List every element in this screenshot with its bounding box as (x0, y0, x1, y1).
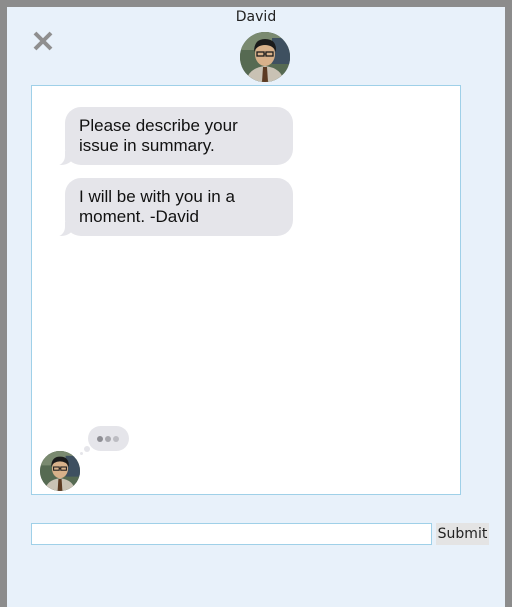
agent-message-bubble: I will be with you in a moment. -David (53, 178, 293, 237)
typing-indicator (80, 426, 129, 455)
typing-dots-icon (105, 436, 111, 442)
agent-typing-avatar (40, 451, 80, 491)
close-button[interactable] (31, 29, 55, 53)
chat-window: David Please describe your issue in summ… (7, 7, 505, 607)
typing-dots-icon (97, 436, 103, 442)
typing-bubble-tail (84, 446, 90, 452)
agent-message-text: Please describe your issue in summary. (79, 116, 238, 155)
typing-bubble-tail (80, 452, 83, 455)
chat-transcript[interactable]: Please describe your issue in summary. I… (31, 85, 461, 495)
agent-avatar (240, 32, 290, 82)
typing-dots-icon (113, 436, 119, 442)
agent-message-bubble: Please describe your issue in summary. (53, 107, 293, 166)
agent-name: David (235, 9, 277, 25)
close-icon (33, 31, 53, 51)
message-input[interactable] (31, 523, 432, 545)
agent-message-text: I will be with you in a moment. -David (79, 187, 235, 226)
submit-button[interactable]: Submit (436, 523, 489, 545)
